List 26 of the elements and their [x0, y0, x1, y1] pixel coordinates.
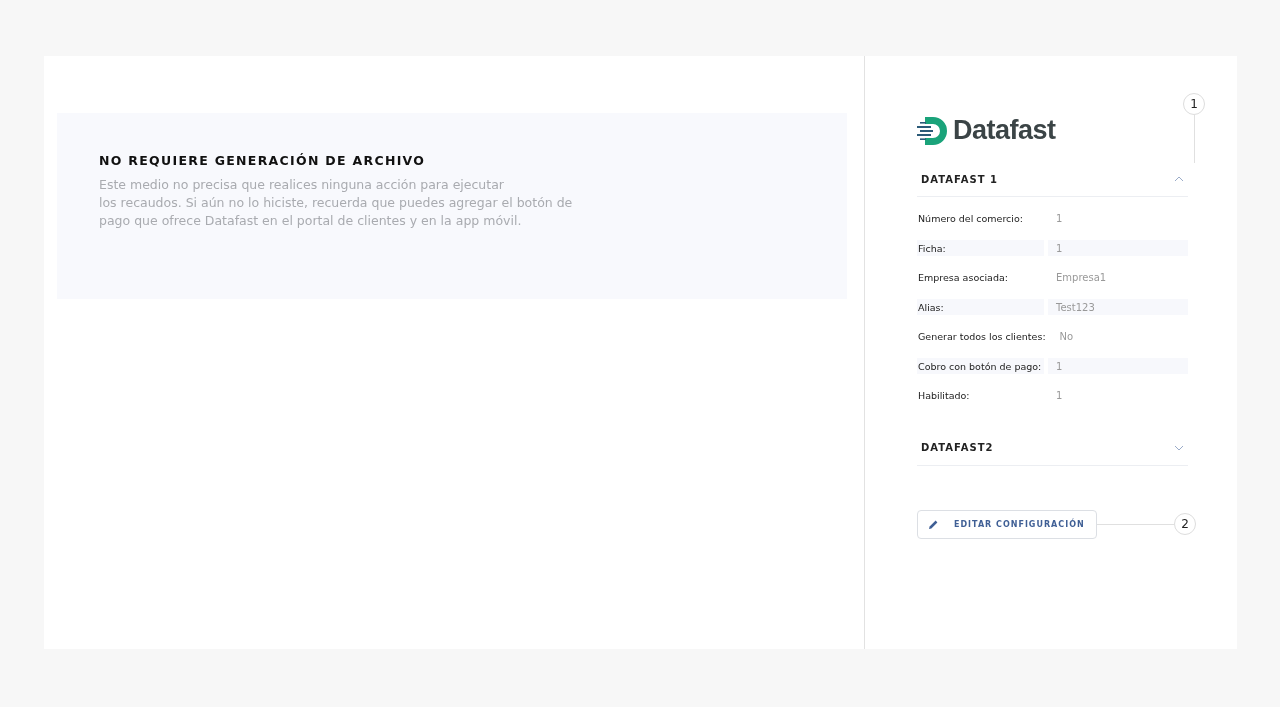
logo: Datafast: [917, 115, 1056, 146]
chevron-up-icon: [1174, 176, 1184, 182]
field-value: 1: [1048, 240, 1188, 256]
field-value: 1: [1055, 212, 1064, 226]
field-label: Generar todos los clientes:: [917, 330, 1047, 344]
pencil-icon: [929, 519, 938, 529]
field-label: Empresa asociada:: [917, 271, 1009, 285]
logo-icon: [917, 116, 949, 145]
field-value: 1: [1048, 358, 1188, 374]
field-label: Alias:: [917, 299, 1044, 315]
accordion-header[interactable]: DATAFAST 1: [917, 162, 1188, 197]
chevron-down-icon: [1174, 444, 1184, 451]
field-value: No: [1058, 330, 1075, 344]
field-label: Cobro con botón de pago:: [917, 358, 1044, 374]
notice-title: NO REQUIERE GENERACIÓN DE ARCHIVO: [99, 153, 427, 168]
accordion-header[interactable]: DATAFAST2: [917, 430, 1188, 466]
field-label: Número del comercio:: [917, 212, 1024, 226]
callout-number: 1: [1183, 93, 1205, 115]
notice-text: Este medio no precisa que realices ninguna acción para ejecutar los recaudos. Si aún no lo hiciste, recuerda que puedes agregar el botón de pago que ofrece Datafast en el portal de clientes y en la app móvil.: [99, 176, 574, 230]
field-value: 1: [1055, 389, 1064, 403]
field-label: Ficha:: [917, 240, 1044, 256]
field-value: Test123: [1048, 299, 1188, 315]
callout-number: 2: [1174, 513, 1196, 535]
field-label: Habilitado:: [917, 389, 971, 403]
field-value: Empresa1: [1055, 271, 1108, 285]
edit-button[interactable]: EDITAR CONFIGURACIÓN: [917, 509, 1097, 539]
